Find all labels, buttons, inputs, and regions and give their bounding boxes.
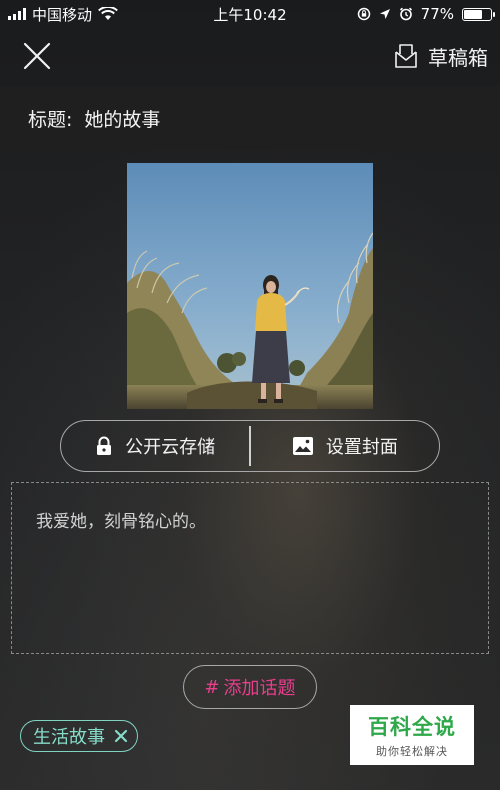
drafts-button[interactable]: 草稿箱 xyxy=(392,42,488,71)
signal-icon xyxy=(8,8,26,20)
set-cover-label: 设置封面 xyxy=(325,437,398,458)
tag-chip: 生活故事 xyxy=(20,720,138,752)
tag-label: 生活故事 xyxy=(33,727,105,748)
hash-icon: # xyxy=(204,676,220,698)
cover-options-pill: 公开云存储 设置封面 xyxy=(60,420,440,472)
wifi-icon xyxy=(98,7,118,21)
set-cover-option[interactable]: 设置封面 xyxy=(251,421,439,471)
alarm-icon xyxy=(399,7,413,21)
title-value[interactable]: 她的故事 xyxy=(84,105,160,132)
rotation-lock-icon xyxy=(357,7,371,21)
close-button[interactable] xyxy=(22,41,52,71)
title-label: 标题: xyxy=(28,108,73,131)
status-time: 上午10:42 xyxy=(213,5,287,24)
watermark-main: 百科全说 xyxy=(368,715,456,739)
status-left: 中国移动 xyxy=(8,4,118,25)
battery-percent: 77% xyxy=(420,5,454,23)
add-topic-button[interactable]: # 添加话题 xyxy=(183,665,317,709)
drafts-icon xyxy=(395,44,417,68)
image-icon xyxy=(292,437,313,455)
public-cloud-storage-option[interactable]: 公开云存储 xyxy=(61,421,249,471)
tag-remove-button[interactable] xyxy=(113,728,129,744)
cover-photo xyxy=(127,163,373,409)
watermark: 百科全说 助你轻松解决 xyxy=(350,705,474,765)
drafts-label: 草稿箱 xyxy=(428,45,488,70)
battery-fill xyxy=(464,9,483,19)
battery-icon xyxy=(462,7,495,21)
add-topic-label: 添加话题 xyxy=(223,678,296,699)
title-bar[interactable]: 标题: 她的故事 xyxy=(0,86,500,150)
close-icon xyxy=(114,729,128,743)
lock-icon xyxy=(97,436,112,455)
location-icon xyxy=(379,8,391,20)
header: 草稿箱 xyxy=(0,28,500,84)
carrier-name: 中国移动 xyxy=(32,5,93,24)
story-text-editor[interactable]: 我爱她，刻骨铭心的。 xyxy=(11,482,489,654)
watermark-sub: 助你轻松解决 xyxy=(376,745,448,758)
close-icon xyxy=(23,42,51,70)
status-right: 77% xyxy=(357,5,495,23)
story-text: 我爱她，刻骨铭心的。 xyxy=(36,512,206,532)
public-cloud-storage-label: 公开云存储 xyxy=(125,437,216,458)
status-bar: 中国移动 上午10:42 77% xyxy=(0,0,500,28)
